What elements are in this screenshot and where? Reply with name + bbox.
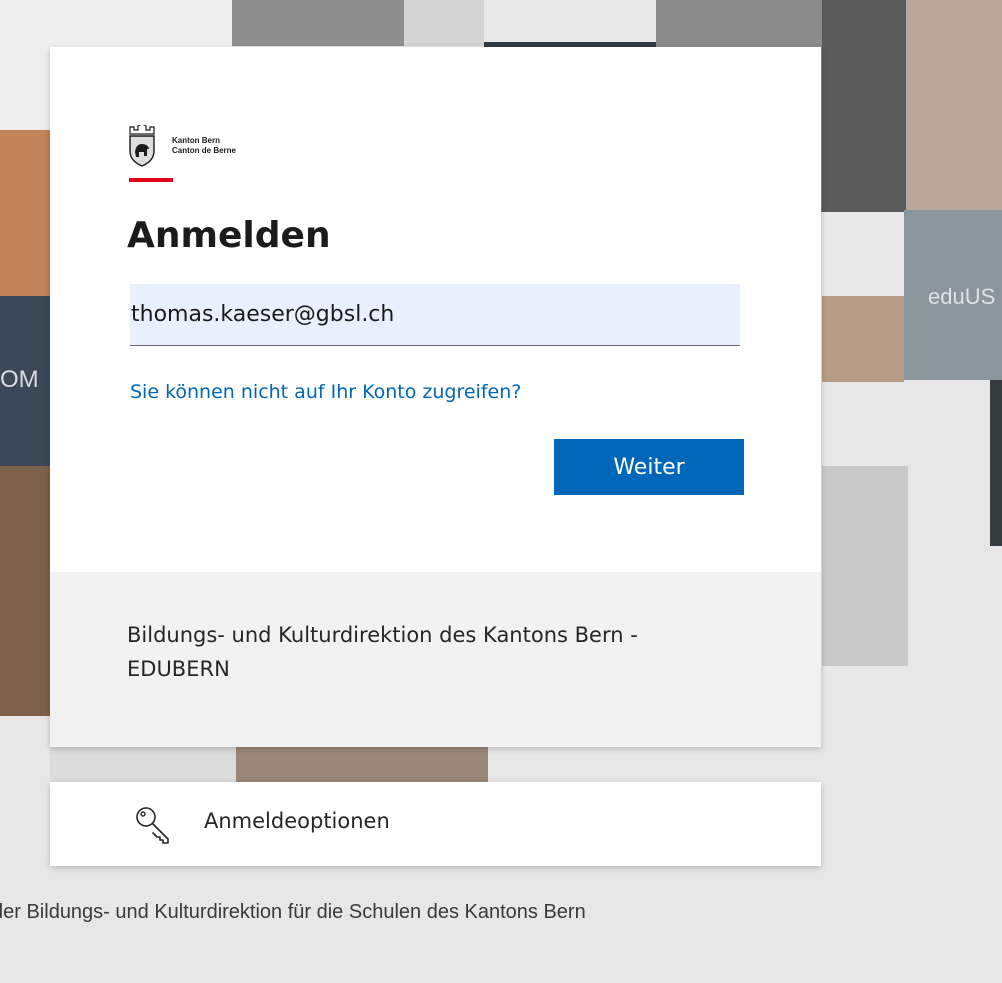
kanton-bern-logo: Kanton Bern Canton de Berne <box>128 125 288 167</box>
logo-accent-bar <box>129 178 173 182</box>
organization-name: Bildungs- und Kulturdirektion des Kanton… <box>127 623 638 681</box>
background-tile <box>404 0 484 46</box>
logo-line-1: Kanton Bern <box>172 136 220 145</box>
background-tile <box>822 212 906 296</box>
sign-in-options-button[interactable]: Anmeldeoptionen <box>50 782 821 866</box>
logo-text: Kanton Bern Canton de Berne <box>172 136 236 156</box>
key-icon <box>136 807 169 844</box>
page-footer-text: der Bildungs- und Kulturdirektion für di… <box>0 901 586 923</box>
background-tile-text: OM <box>0 366 39 393</box>
sign-in-options-label: Anmeldeoptionen <box>204 809 390 833</box>
background-photo-tile <box>822 0 906 212</box>
email-field[interactable] <box>130 284 740 346</box>
page-title: Anmelden <box>127 215 331 256</box>
login-card: Kanton Bern Canton de Berne Anmelden Sie… <box>50 47 821 747</box>
background-photo-tile <box>822 296 904 382</box>
background-photo-tile <box>236 746 488 782</box>
background-tile <box>232 0 404 46</box>
background-tile <box>50 746 236 782</box>
bern-coat-of-arms-icon <box>129 125 155 167</box>
background-photo-tile <box>906 0 1002 212</box>
logo-line-2: Canton de Berne <box>172 146 237 155</box>
background-tile <box>990 380 1002 546</box>
background-photo-tile <box>0 466 50 716</box>
background-tile-text: eduUS <box>928 284 996 309</box>
background-photo-tile <box>822 466 908 666</box>
background-photo-tile <box>0 130 50 296</box>
organization-banner: Bildungs- und Kulturdirektion des Kanton… <box>50 572 821 747</box>
cant-access-account-link[interactable]: Sie können nicht auf Ihr Konto zugreifen… <box>130 381 521 403</box>
next-button[interactable]: Weiter <box>554 439 744 495</box>
